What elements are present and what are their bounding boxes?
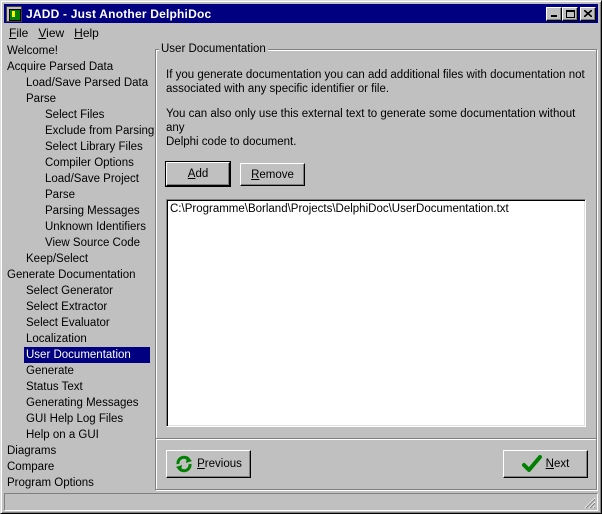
remove-accelerator: R (251, 168, 260, 181)
maximize-button[interactable] (562, 6, 578, 21)
refresh-arrows-icon (176, 455, 193, 473)
title-bar[interactable]: JADD - Just Another DelphiDoc (4, 4, 598, 23)
nav-item[interactable]: Acquire Parsed Data (5, 59, 115, 75)
nav-item[interactable]: Generate (24, 363, 76, 379)
status-bar (4, 493, 598, 511)
window-title: JADD - Just Another DelphiDoc (26, 6, 212, 21)
description-1-line-1: If you generate documentation you can ad… (166, 69, 585, 81)
nav-item[interactable]: Status Text (24, 379, 85, 395)
nav-item[interactable]: Compare (5, 459, 56, 475)
list-item[interactable]: C:\Programme\Borland\Projects\DelphiDoc\… (170, 203, 509, 215)
menu-help[interactable]: Help (69, 26, 104, 40)
app-icon[interactable] (6, 5, 22, 22)
nav-item[interactable]: Select Generator (24, 283, 115, 299)
nav-item[interactable]: Diagrams (5, 443, 58, 459)
nav-item[interactable]: Select Library Files (43, 139, 145, 155)
nav-item[interactable]: Keep/Select (24, 251, 90, 267)
minimize-button[interactable] (546, 6, 562, 21)
menu-view[interactable]: View (33, 26, 69, 40)
nav-item[interactable]: Select Evaluator (24, 315, 112, 331)
next-accelerator: N (545, 458, 554, 470)
nav-item[interactable]: User Documentation (24, 347, 150, 363)
nav-item[interactable]: Load/Save Project (43, 171, 141, 187)
nav-item[interactable]: Load/Save Parsed Data (24, 75, 150, 91)
add-accelerator: A (187, 168, 196, 180)
close-button[interactable] (580, 6, 596, 21)
nav-item[interactable]: Select Extractor (24, 299, 109, 315)
close-icon (584, 10, 592, 17)
nav-item[interactable]: View Source Code (43, 235, 142, 251)
next-label: ext (553, 458, 570, 470)
remove-label: emove (259, 168, 294, 181)
group-title: User Documentation (159, 43, 268, 55)
navigation-tree: Welcome! Acquire Parsed Data Load/Save Par… (4, 42, 154, 492)
nav-item[interactable]: Welcome! (5, 43, 60, 59)
description-1-line-2: associated with any specific identifier … (166, 83, 390, 95)
nav-item[interactable]: Program Options (5, 475, 96, 491)
menu-help-label: elp (82, 26, 99, 40)
previous-label: revious (204, 458, 242, 470)
nav-item[interactable]: Compiler Options (43, 155, 136, 171)
menu-help-accelerator: H (74, 26, 83, 40)
nav-item[interactable]: Generating Messages (24, 395, 141, 411)
menu-bar: File View Help (4, 24, 598, 42)
main-window: JADD - Just Another DelphiDoc File View … (0, 0, 602, 514)
previous-button[interactable]: Previous (166, 450, 251, 478)
description-2-line-1: You can also only use this external text… (166, 108, 576, 134)
nav-item[interactable]: Generate Documentation (5, 267, 138, 283)
documentation-files-list[interactable]: C:\Programme\Borland\Projects\DelphiDoc\… (166, 199, 586, 427)
add-button[interactable]: Add (165, 161, 231, 187)
nav-item[interactable]: Parse (43, 187, 77, 203)
description-1: If you generate documentation you can ad… (166, 68, 586, 96)
nav-item[interactable]: Exclude from Parsing (43, 123, 156, 139)
remove-button[interactable]: Remove (240, 163, 305, 186)
nav-item[interactable]: Select Files (43, 107, 106, 123)
previous-accelerator: P (197, 458, 205, 470)
splitter[interactable] (150, 42, 154, 492)
next-button[interactable]: Next (503, 450, 588, 478)
resize-grip-icon[interactable] (584, 497, 596, 509)
minimize-icon (551, 14, 557, 17)
menu-file-label: ile (16, 26, 29, 40)
description-2: You can also only use this external text… (166, 107, 586, 149)
maximize-icon (566, 9, 575, 18)
menu-file[interactable]: File (4, 26, 33, 40)
nav-item[interactable]: Parse (24, 91, 58, 107)
description-2-line-2: Delphi code to document. (166, 136, 297, 148)
add-label: dd (195, 168, 209, 180)
menu-view-accelerator: V (38, 26, 47, 40)
nav-item[interactable]: Localization (24, 331, 89, 347)
nav-item[interactable]: GUI Help Log Files (24, 411, 125, 427)
nav-item[interactable]: Help on a GUI (24, 427, 101, 443)
checkmark-icon (521, 455, 542, 472)
menu-view-label: iew (46, 26, 65, 40)
nav-item[interactable]: Parsing Messages (43, 203, 142, 219)
nav-item[interactable]: Unknown Identifiers (43, 219, 148, 235)
